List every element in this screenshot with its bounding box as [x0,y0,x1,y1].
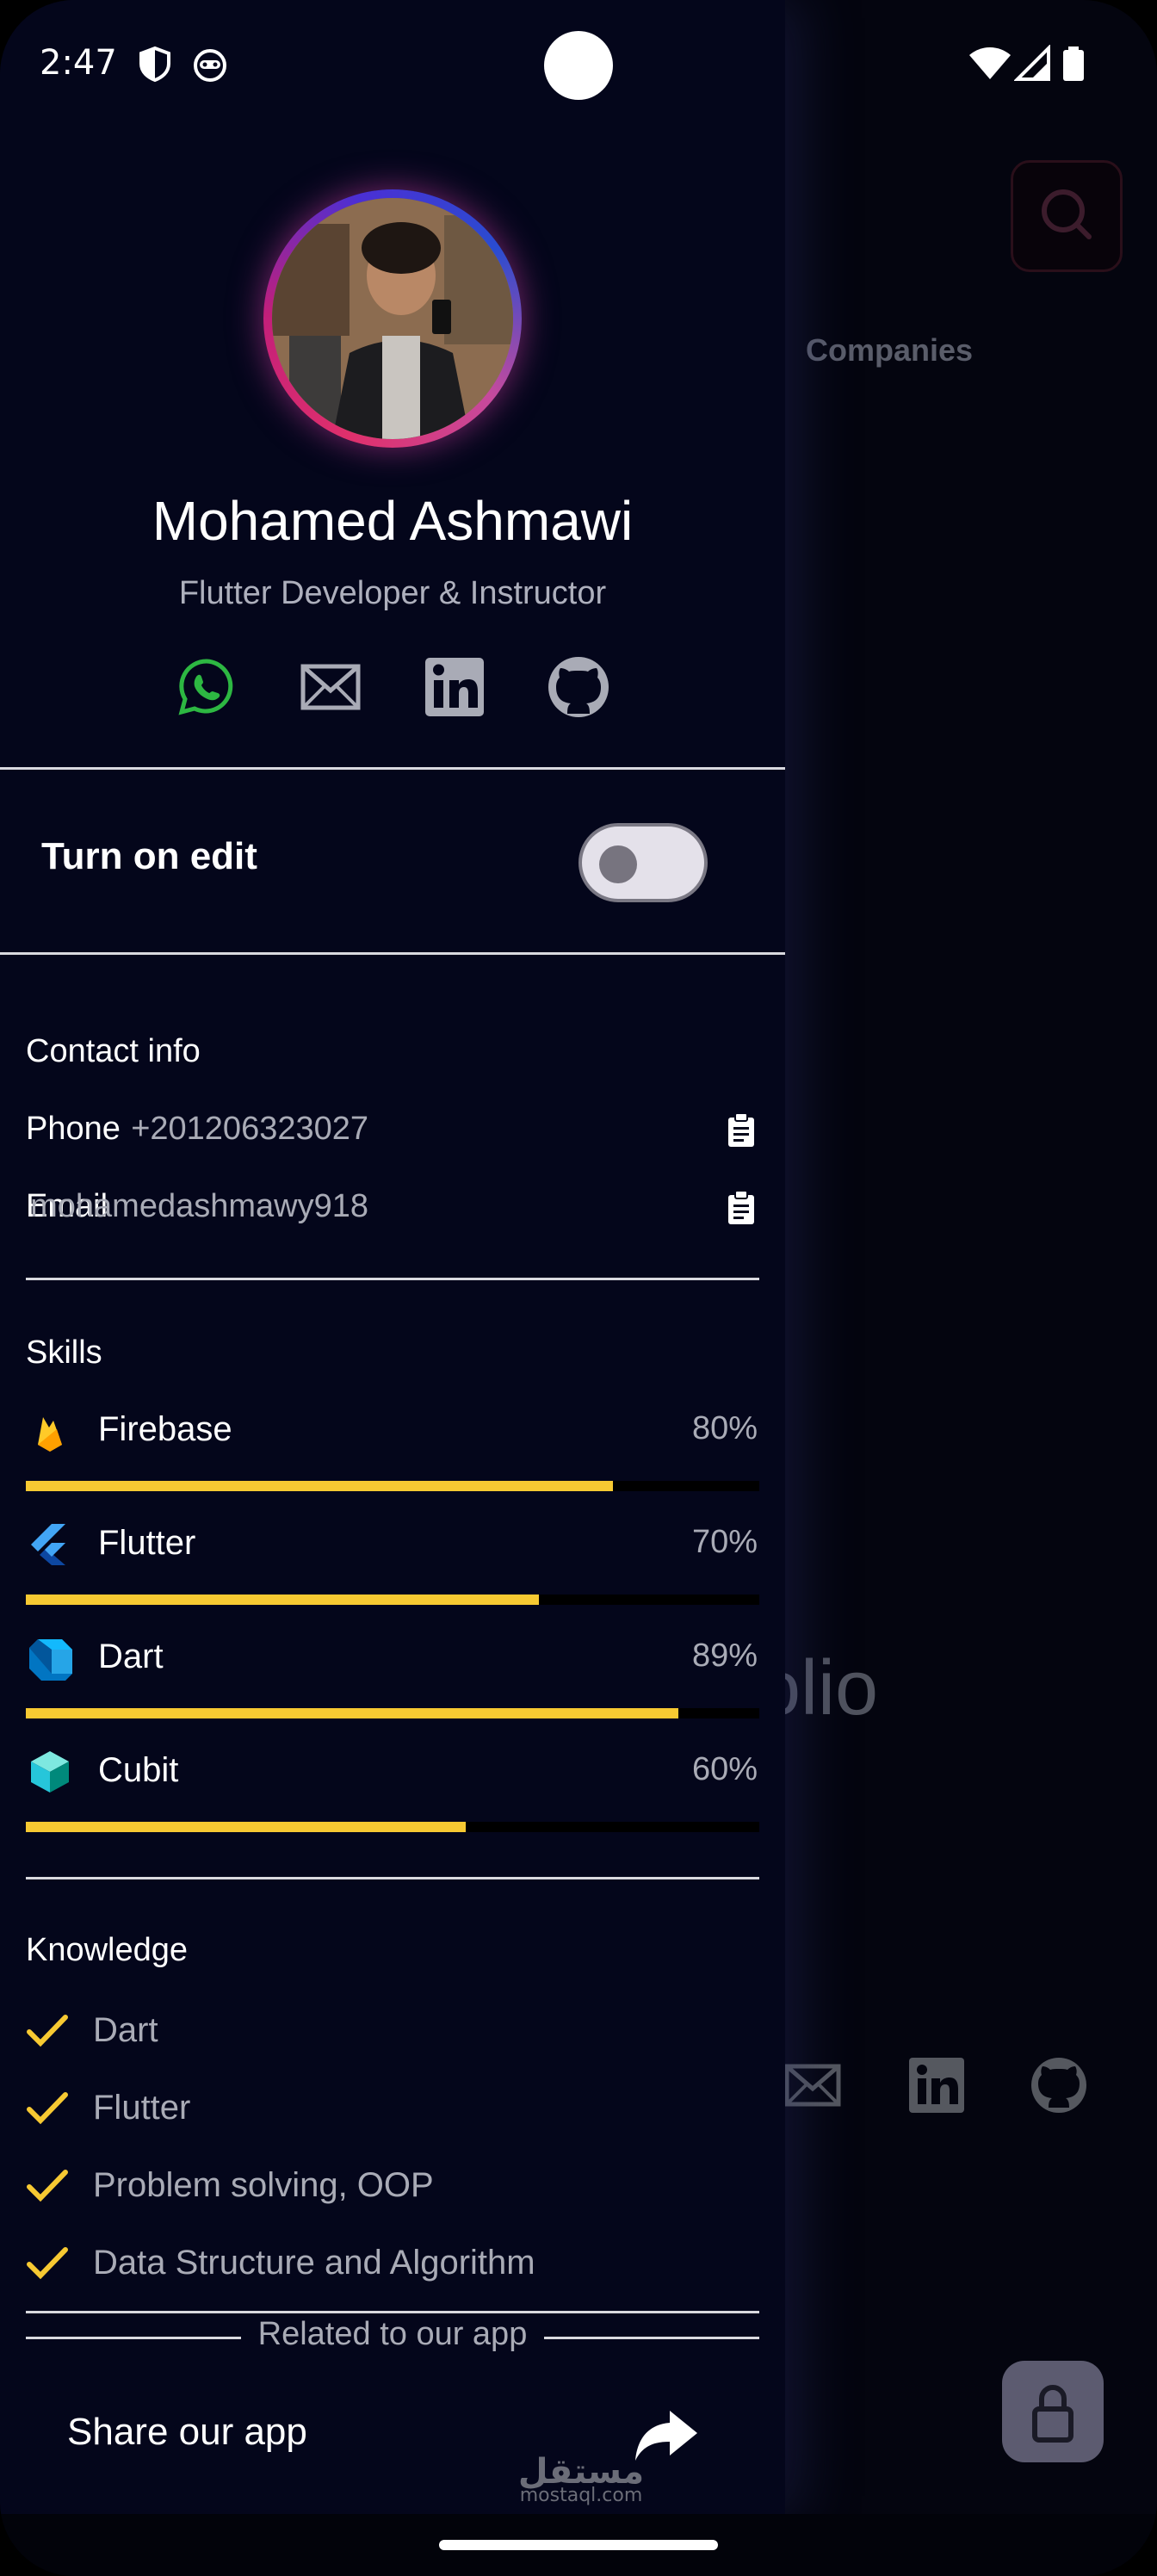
cubit-icon [31,1751,69,1793]
skill-name: Flutter [98,1524,196,1562]
skill-percent: 80% [691,1410,758,1446]
background-mail-icon[interactable] [782,2054,844,2116]
navigation-drawer: Mohamed Ashmawi Flutter Developer & Inst… [0,0,785,2514]
status-time: 2:47 [40,43,117,83]
background-tab-companies[interactable]: Companies [806,332,973,368]
background-lock-button[interactable] [1002,2361,1104,2462]
skill-progress-fill [26,1481,613,1491]
skill-name: Firebase [98,1410,232,1448]
background-github-icon[interactable] [1028,2054,1090,2116]
knowledge-item: Dart [93,2011,158,2049]
wifi-icon [969,47,1011,79]
avatar[interactable] [272,198,513,439]
firebase-icon [38,1417,62,1452]
contact-info-heading: Contact info [26,1033,201,1069]
skill-name: Dart [98,1638,164,1675]
flutter-icon [31,1524,65,1565]
divider [26,2311,759,2313]
divider [0,767,785,770]
clipboard-icon[interactable] [727,1190,756,1226]
skill-percent: 60% [691,1751,758,1787]
share-app-label[interactable]: Share our app [67,2411,307,2454]
skill-progress-bar [26,1822,759,1832]
divider [0,952,785,955]
knowledge-item: Data Structure and Algorithm [93,2244,535,2282]
camera-cutout [544,31,613,100]
mail-icon[interactable] [296,653,365,721]
check-icon [27,2092,68,2125]
profile-avatar-ring [263,189,522,448]
skill-progress-bar [26,1708,759,1718]
robot-face-icon [194,49,226,82]
skill-name: Cubit [98,1751,179,1789]
edit-toggle-switch[interactable] [578,823,708,902]
github-icon[interactable] [544,653,613,721]
watermark-logo: مستقل mostaql.com [517,2452,645,2506]
signal-icon [1014,45,1050,81]
skill-percent: 89% [691,1638,758,1674]
background-search-button[interactable] [1011,160,1123,272]
profile-name: Mohamed Ashmawi [152,490,634,552]
linkedin-icon[interactable] [420,653,489,721]
status-bar: 2:47 [0,0,1157,129]
toggle-knob [599,845,637,883]
clipboard-icon[interactable] [727,1112,756,1149]
skill-progress-bar [26,1481,759,1491]
dart-icon [29,1639,72,1681]
battery-icon [1063,46,1084,81]
skill-progress-bar [26,1595,759,1605]
phone-label: Phone [26,1111,121,1147]
check-icon [27,2247,68,2280]
check-icon [27,2170,68,2202]
divider [26,1877,759,1879]
skill-progress-fill [26,1708,679,1718]
phone-screen: Companies olio Mohamed Ashmawi Flutter D… [0,0,1157,2576]
knowledge-heading: Knowledge [26,1932,189,1968]
profile-title: Flutter Developer & Instructor [178,575,607,611]
skills-heading: Skills [26,1334,102,1371]
skill-progress-fill [26,1822,467,1832]
whatsapp-icon[interactable] [172,653,241,721]
knowledge-item: Problem solving, OOP [93,2166,434,2204]
skill-progress-fill [26,1595,540,1605]
knowledge-item: Flutter [93,2089,191,2127]
shield-icon [139,46,170,83]
skill-percent: 70% [691,1524,758,1560]
edit-toggle-label: Turn on edit [41,835,257,877]
check-icon [27,2015,68,2047]
phone-value: +201206323027 [131,1111,368,1147]
email-value: mohamedashmawy918 [30,1188,368,1224]
related-divider: Related to our app [26,2316,759,2359]
gesture-handle[interactable] [439,2540,718,2550]
background-linkedin-icon[interactable] [906,2054,968,2116]
divider [26,1278,759,1280]
related-label: Related to our app [257,2316,528,2352]
